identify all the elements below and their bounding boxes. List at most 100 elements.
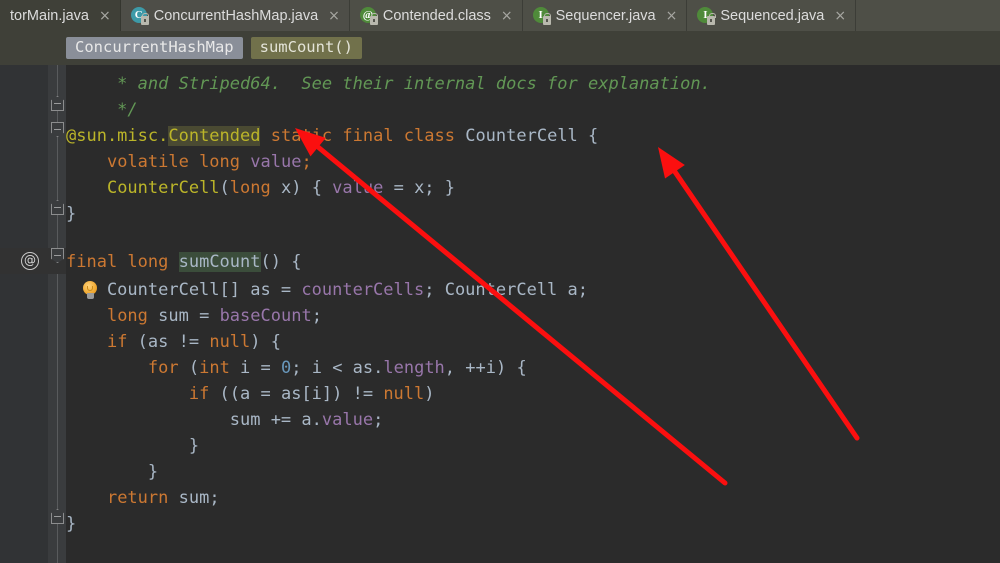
code-fold-up-icon[interactable] (51, 200, 64, 215)
close-icon[interactable]: × (501, 9, 513, 23)
java-interface-icon: I (532, 7, 552, 25)
code-token: } (66, 204, 77, 224)
fold-rail (57, 65, 58, 563)
code-line[interactable]: CounterCell[] as = counterCells; Counter… (66, 277, 588, 303)
fold-minus-glyph (54, 207, 61, 209)
code-token: return (106, 488, 169, 508)
code-token: () { (260, 252, 302, 272)
code-line[interactable]: } (66, 433, 199, 459)
code-token: null (209, 332, 251, 352)
code-token: value (250, 152, 302, 172)
fold-minus-glyph (54, 516, 61, 518)
lock-badge-icon (140, 13, 150, 25)
code-line[interactable]: CounterCell(long x) { value = x; } (66, 175, 455, 201)
code-token: ; (311, 306, 322, 326)
code-token: CounterCell (106, 178, 220, 198)
code-line[interactable]: if ((a = as[i]) != null) (66, 381, 435, 407)
code-token: ; (373, 410, 384, 430)
editor-tab-sequencer-java[interactable]: I Sequencer.java × (522, 0, 688, 31)
code-token: } (66, 462, 159, 482)
editor-tab-label: torMain.java (10, 7, 89, 24)
code-line[interactable]: volatile long value; (66, 149, 312, 175)
code-token: final long (66, 252, 169, 272)
close-icon[interactable]: × (328, 9, 340, 23)
code-line[interactable]: for (int i = 0; i < as.length, ++i) { (66, 355, 527, 381)
ide-editor-window: torMain.java × C ConcurrentHashMap.java × @ Co… (0, 0, 1000, 563)
lightbulb-base (86, 293, 94, 299)
code-token: * and Striped64. See their internal docs… (66, 74, 711, 94)
code-token: length (383, 358, 445, 378)
code-line[interactable]: } (66, 201, 76, 227)
code-line[interactable]: return sum; (66, 485, 220, 511)
editor-gutter[interactable] (0, 65, 48, 563)
breadcrumb-method[interactable]: sumCount() (250, 36, 362, 60)
code-token: for (147, 358, 179, 378)
code-token: if (106, 332, 128, 352)
code-token: ; (301, 152, 312, 172)
lock-badge-icon (542, 13, 552, 25)
java-annotation-icon: @ (359, 7, 379, 25)
code-token: ) (424, 384, 435, 404)
editor-tab-contended-class[interactable]: @ Contended.class × (349, 0, 523, 31)
fold-minus-glyph (54, 255, 61, 257)
editor-tab-concurrenthashmap-java[interactable]: C ConcurrentHashMap.java × (120, 0, 350, 31)
lock-badge-icon (369, 13, 379, 25)
code-line[interactable]: @sun.misc.Contended static final class C… (66, 123, 598, 149)
code-line[interactable]: long sum = baseCount; (66, 303, 322, 329)
code-line[interactable]: */ (66, 97, 138, 123)
close-icon[interactable]: × (666, 9, 678, 23)
breadcrumb-class[interactable]: ConcurrentHashMap (66, 36, 243, 60)
editor-tab-sequenced-java[interactable]: I Sequenced.java × (687, 0, 857, 31)
editor-tab-label: Sequenced.java (720, 7, 825, 24)
close-icon[interactable]: × (834, 9, 846, 23)
code-token: null (383, 384, 425, 404)
code-fold-up-icon[interactable] (51, 509, 64, 524)
editor-tab-label: Sequencer.java (555, 7, 656, 24)
code-token: ( (219, 178, 230, 198)
code-token: long (229, 178, 271, 198)
code-token: Contended (168, 126, 261, 146)
code-token: CounterCell[] as = (66, 280, 302, 300)
code-line[interactable]: final long sumCount() { (66, 249, 301, 275)
code-token: ( (178, 358, 200, 378)
java-class-icon: C (130, 7, 150, 25)
code-line[interactable]: } (66, 459, 158, 485)
code-fold-up-icon[interactable] (51, 96, 64, 111)
override-marker-icon[interactable]: @ (21, 252, 39, 270)
code-fold-down-icon[interactable] (51, 248, 64, 263)
code-token: } (66, 436, 200, 456)
close-icon[interactable]: × (99, 9, 111, 23)
code-fold-down-icon[interactable] (51, 122, 64, 137)
code-editor[interactable]: * and Striped64. See their internal docs… (0, 65, 1000, 563)
code-line[interactable]: } (66, 511, 76, 537)
editor-tab-bar: torMain.java × C ConcurrentHashMap.java × @ Co… (0, 0, 1000, 31)
code-token: ; i < as. (291, 358, 384, 378)
code-token: } (66, 514, 77, 534)
editor-tab-tormain-java[interactable]: torMain.java × (0, 0, 121, 31)
code-token: baseCount (219, 306, 312, 326)
code-token: x) { (270, 178, 333, 198)
code-line[interactable]: if (as != null) { (66, 329, 281, 355)
code-text-area[interactable]: * and Striped64. See their internal docs… (66, 65, 1000, 563)
code-line[interactable]: sum += a.value; (66, 407, 384, 433)
code-line[interactable]: * and Striped64. See their internal docs… (66, 71, 711, 97)
code-token: sum = (147, 306, 220, 326)
code-token: , ++i) { (444, 358, 527, 378)
code-token: */ (66, 100, 138, 120)
code-token: sumCount (178, 252, 261, 272)
code-token: if (188, 384, 210, 404)
code-token: counterCells (301, 280, 425, 300)
code-token: 0 (281, 358, 292, 378)
code-token: ; CounterCell a; (424, 280, 588, 300)
code-token: (as != (127, 332, 210, 352)
lightbulb-icon[interactable] (82, 281, 98, 300)
